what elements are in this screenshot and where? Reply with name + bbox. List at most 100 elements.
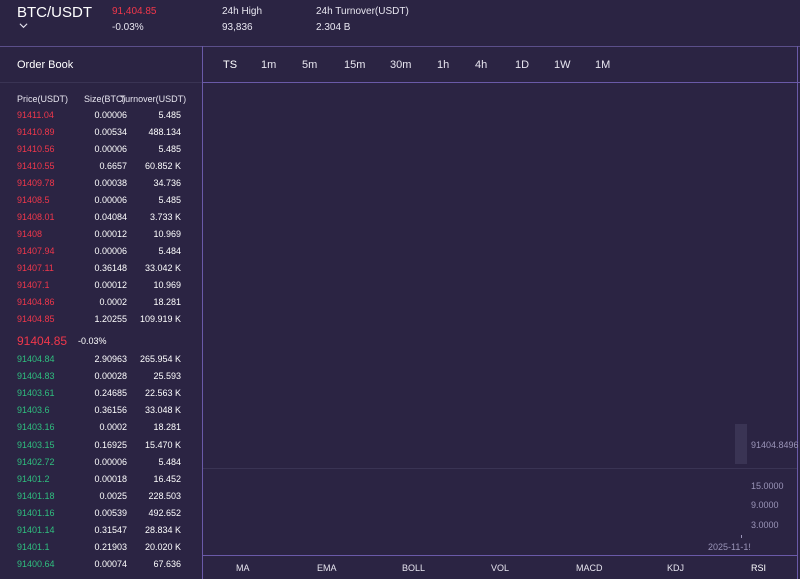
ask-row[interactable]: 91410.89 0.00534 488.134 bbox=[0, 127, 200, 144]
tab-1h[interactable]: 1h bbox=[437, 59, 449, 71]
price-volume-bar bbox=[735, 424, 747, 464]
tab-1mo[interactable]: 1M bbox=[595, 59, 610, 71]
size-cell: 0.36148 bbox=[94, 263, 127, 273]
bid-row[interactable]: 91403.6 0.36156 33.048 K bbox=[0, 405, 200, 422]
turnover-cell: 5.484 bbox=[158, 456, 181, 467]
bid-row[interactable]: 91401.16 0.00539 492.652 bbox=[0, 508, 200, 525]
price-cell: 91407.1 bbox=[17, 280, 50, 290]
turnover-value: 2.304 B bbox=[316, 22, 351, 33]
size-cell: 0.00006 bbox=[94, 144, 127, 154]
bid-row[interactable]: 91401.14 0.31547 28.834 K bbox=[0, 525, 200, 542]
indicator-ma[interactable]: MA bbox=[236, 563, 250, 573]
tab-1w[interactable]: 1W bbox=[554, 59, 571, 71]
bid-row[interactable]: 91401.18 0.0025 228.503 bbox=[0, 491, 200, 508]
ask-row[interactable]: 91409.78 0.00038 34.736 bbox=[0, 178, 200, 195]
bid-row[interactable]: 91404.83 0.00028 25.593 bbox=[0, 371, 200, 388]
indicator-ema[interactable]: EMA bbox=[317, 563, 337, 573]
price-cell: 91401.18 bbox=[17, 490, 55, 501]
tab-1m[interactable]: 1m bbox=[261, 59, 276, 71]
tab-ts[interactable]: TS bbox=[223, 59, 237, 71]
tab-1d[interactable]: 1D bbox=[515, 59, 529, 71]
turnover-cell: 10.969 bbox=[153, 280, 181, 290]
turnover-cell: 28.834 K bbox=[144, 525, 181, 535]
tab-15m[interactable]: 15m bbox=[344, 59, 365, 71]
right-border bbox=[797, 46, 798, 579]
price-change: -0.03% bbox=[112, 22, 144, 33]
price-cell: 91404.85 bbox=[17, 314, 55, 324]
bid-row[interactable]: 91404.84 2.90963 265.954 K bbox=[0, 354, 200, 371]
bid-row[interactable]: 91403.16 0.0002 18.281 bbox=[0, 422, 200, 439]
ask-row[interactable]: 91410.55 0.6657 60.852 K bbox=[0, 161, 200, 178]
header-divider bbox=[0, 46, 800, 47]
mid-price: 91404.85 bbox=[17, 334, 68, 348]
ask-row[interactable]: 91408.5 0.00006 5.485 bbox=[0, 195, 200, 212]
turnover-cell: 228.503 bbox=[148, 490, 181, 501]
size-cell: 0.21903 bbox=[94, 542, 127, 553]
indicator-divider bbox=[203, 555, 797, 556]
price-cell: 91408.01 bbox=[17, 212, 55, 222]
size-cell: 0.16925 bbox=[94, 439, 127, 450]
ask-row[interactable]: 91411.04 0.00006 5.485 bbox=[0, 110, 200, 127]
ask-row[interactable]: 91407.11 0.36148 33.042 K bbox=[0, 263, 200, 280]
price-cell: 91404.84 bbox=[17, 354, 55, 364]
bid-row[interactable]: 91403.61 0.24685 22.563 K bbox=[0, 388, 200, 405]
size-cell: 0.00012 bbox=[94, 280, 127, 290]
bid-row[interactable]: 91401.2 0.00018 16.452 bbox=[0, 474, 200, 491]
turnover-cell: 25.593 bbox=[153, 371, 181, 382]
ask-row[interactable]: 91407.1 0.00012 10.969 bbox=[0, 280, 200, 297]
size-cell: 0.0002 bbox=[99, 422, 127, 433]
price-cell: 91410.56 bbox=[17, 144, 55, 154]
turnover-cell: 16.452 bbox=[153, 473, 181, 484]
price-cell: 91411.04 bbox=[17, 110, 54, 120]
ask-row[interactable]: 91410.56 0.00006 5.485 bbox=[0, 144, 200, 161]
indicator-vol[interactable]: VOL bbox=[491, 563, 509, 573]
indicator-kdj[interactable]: KDJ bbox=[667, 563, 684, 573]
tab-4h[interactable]: 4h bbox=[475, 59, 487, 71]
indicator-boll[interactable]: BOLL bbox=[402, 563, 425, 573]
time-axis-label: 2025-11-1! bbox=[708, 542, 751, 552]
size-cell: 0.00006 bbox=[94, 110, 127, 120]
chevron-down-icon[interactable] bbox=[19, 21, 28, 30]
turnover-cell: 33.048 K bbox=[144, 405, 181, 416]
price-cell: 91407.11 bbox=[17, 263, 54, 273]
orderbook-title: Order Book bbox=[17, 59, 74, 71]
ask-row[interactable]: 91407.94 0.00006 5.484 bbox=[0, 246, 200, 263]
bid-row[interactable]: 91403.15 0.16925 15.470 K bbox=[0, 440, 200, 457]
ask-row[interactable]: 91404.86 0.0002 18.281 bbox=[0, 297, 200, 314]
bid-row[interactable]: 91400.64 0.00074 67.636 bbox=[0, 559, 200, 576]
price-cell: 91407.94 bbox=[17, 246, 55, 256]
orderbook-title-divider bbox=[0, 82, 202, 83]
ask-row[interactable]: 91408.01 0.04084 3.733 K bbox=[0, 212, 200, 229]
panel-divider bbox=[202, 46, 203, 579]
col-turnover-header: Turnover(USDT) bbox=[120, 94, 187, 104]
turnover-cell: 33.042 K bbox=[144, 263, 181, 273]
size-cell: 0.00038 bbox=[94, 178, 127, 188]
tab-30m[interactable]: 30m bbox=[390, 59, 411, 71]
price-cell: 91403.61 bbox=[17, 388, 55, 399]
indicator-macd[interactable]: MACD bbox=[576, 563, 603, 573]
turnover-cell: 10.969 bbox=[153, 229, 181, 239]
ask-row[interactable]: 91404.85 1.20255 109.919 K bbox=[0, 314, 200, 331]
tab-5m[interactable]: 5m bbox=[302, 59, 317, 71]
turnover-cell: 20.020 K bbox=[144, 542, 181, 553]
turnover-cell: 18.281 bbox=[153, 297, 181, 307]
price-cell: 91410.89 bbox=[17, 127, 55, 137]
price-cell: 91403.16 bbox=[17, 422, 55, 433]
bid-row[interactable]: 91402.72 0.00006 5.484 bbox=[0, 457, 200, 474]
price-cell: 91409.78 bbox=[17, 178, 55, 188]
price-axis-label: 91404.8496 bbox=[751, 440, 799, 450]
size-cell: 0.0025 bbox=[99, 490, 127, 501]
indicator-rsi[interactable]: RSI bbox=[751, 563, 766, 573]
size-cell: 1.20255 bbox=[94, 314, 127, 324]
size-cell: 0.00074 bbox=[94, 559, 127, 570]
turnover-cell: 265.954 K bbox=[139, 354, 181, 364]
bid-row[interactable]: 91401.1 0.21903 20.020 K bbox=[0, 542, 200, 559]
ask-row[interactable]: 91408 0.00012 10.969 bbox=[0, 229, 200, 246]
turnover-cell: 22.563 K bbox=[144, 388, 181, 399]
size-cell: 0.00534 bbox=[94, 127, 127, 137]
size-cell: 0.00006 bbox=[94, 246, 127, 256]
mid-change: -0.03% bbox=[78, 336, 107, 346]
price-cell: 91404.83 bbox=[17, 371, 55, 382]
size-cell: 0.6657 bbox=[99, 161, 127, 171]
pair-selector[interactable]: BTC/USDT bbox=[17, 4, 92, 21]
